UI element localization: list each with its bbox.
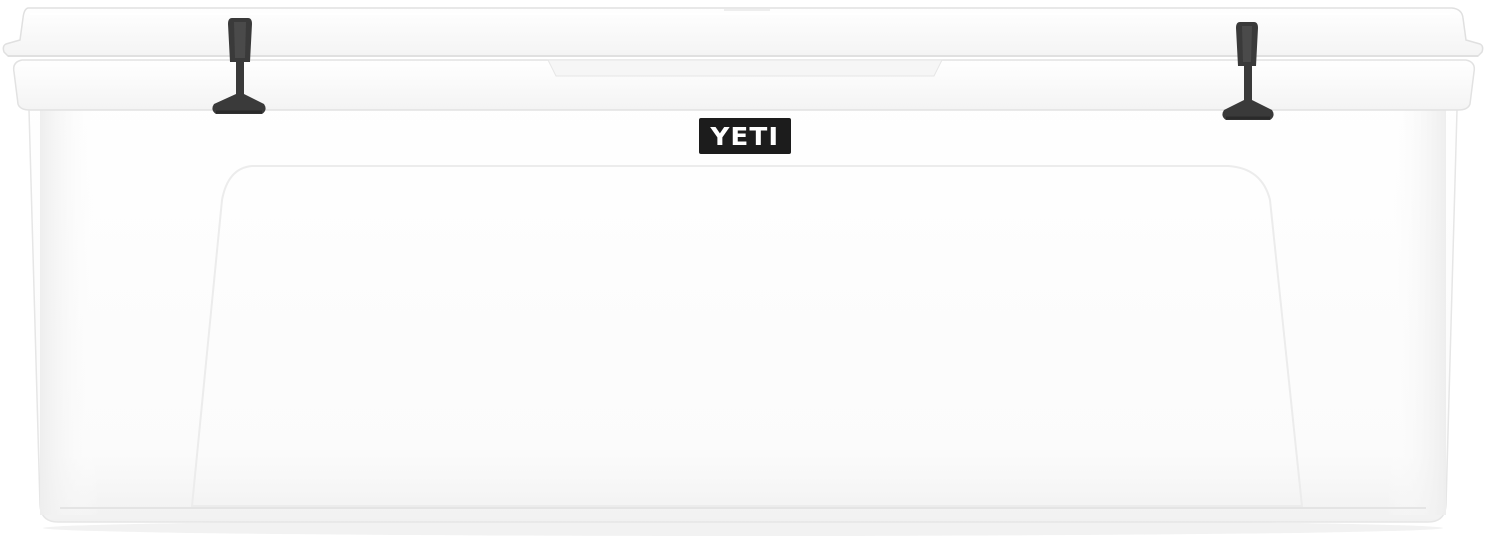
yeti-logo-badge: YETI: [699, 118, 791, 154]
yeti-logo-text: YETI: [710, 121, 780, 151]
body-right-shading: [1386, 90, 1446, 515]
handle-recess: [547, 59, 943, 77]
body-left-shading: [40, 90, 100, 515]
cooler-lid: [2, 7, 1484, 57]
cooler-product-image: YETI: [0, 0, 1486, 546]
cooler-illustration: [2, 7, 1484, 536]
